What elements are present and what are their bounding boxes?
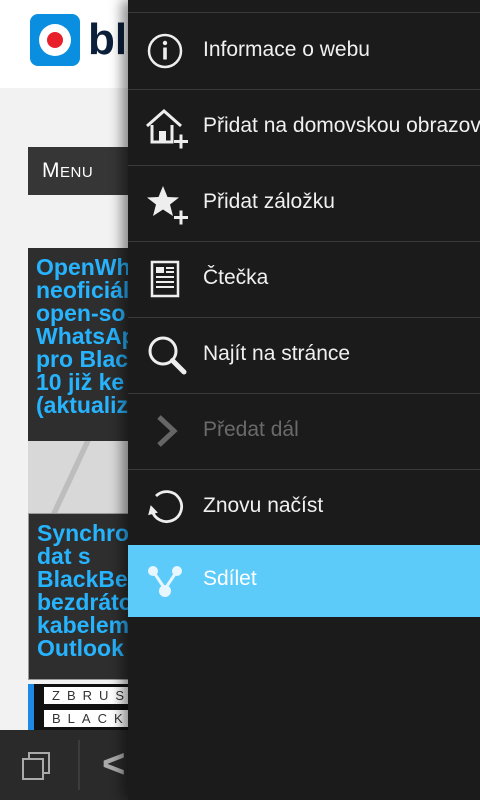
menu-item-label: Předat dál bbox=[203, 418, 299, 441]
menu-item-label: Sdílet bbox=[203, 567, 257, 590]
menu-item-find-in-page[interactable]: Najít na stránce bbox=[128, 318, 480, 394]
reader-icon bbox=[144, 256, 190, 302]
site-menu-label: Menu bbox=[42, 159, 94, 182]
menu-item-site-info[interactable]: Informace o webu bbox=[128, 14, 480, 90]
menu-item-label: Přidat na domovskou obrazovku bbox=[203, 114, 480, 137]
forward-icon bbox=[144, 408, 190, 454]
star-add-icon bbox=[144, 180, 190, 226]
menu-item-share[interactable]: Sdílet bbox=[128, 545, 480, 617]
site-logo-text: bl bbox=[88, 15, 128, 64]
tabs-button[interactable] bbox=[0, 730, 78, 800]
refresh-icon bbox=[144, 484, 190, 530]
menu-item-add-bookmark[interactable]: Přidat záložku bbox=[128, 166, 480, 242]
menu-item-add-to-home[interactable]: Přidat na domovskou obrazovku bbox=[128, 90, 480, 166]
menu-item-reader[interactable]: Čtečka bbox=[128, 242, 480, 318]
search-icon bbox=[144, 332, 190, 378]
menu-item-label: Informace o webu bbox=[203, 38, 370, 61]
menu-top-edge bbox=[128, 0, 480, 13]
overflow-menu: Informace o webu Přidat na domovskou obr… bbox=[128, 0, 480, 800]
home-add-icon bbox=[144, 104, 190, 150]
site-logo-icon[interactable] bbox=[30, 14, 80, 66]
chevron-left-icon: < bbox=[102, 742, 126, 786]
info-icon bbox=[144, 28, 190, 74]
menu-item-label: Přidat záložku bbox=[203, 190, 335, 213]
menu-item-forward[interactable]: Předat dál bbox=[128, 394, 480, 470]
menu-item-label: Čtečka bbox=[203, 266, 269, 289]
divider bbox=[78, 740, 80, 790]
menu-item-label: Najít na stránce bbox=[203, 342, 351, 365]
menu-item-reload[interactable]: Znovu načíst bbox=[128, 470, 480, 546]
menu-item-label: Znovu načíst bbox=[203, 494, 324, 517]
share-icon bbox=[144, 559, 190, 605]
